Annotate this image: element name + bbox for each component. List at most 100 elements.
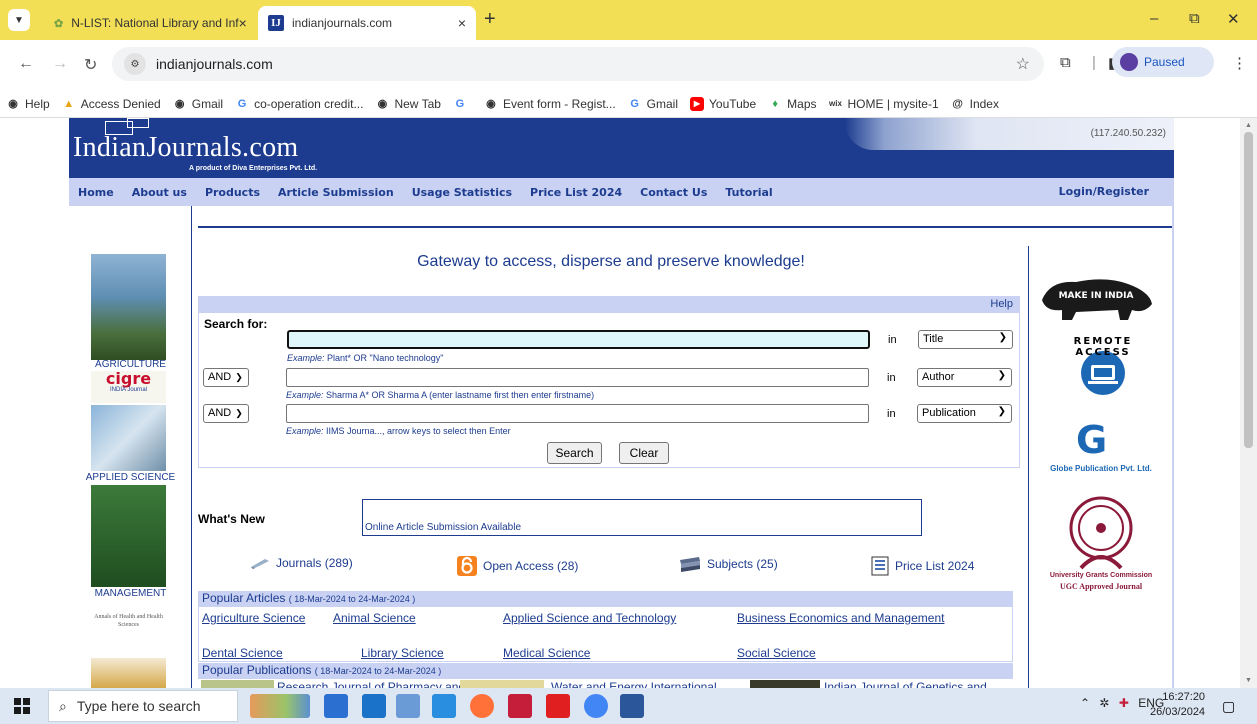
profile-button[interactable]: Paused <box>1112 47 1214 77</box>
publication-link[interactable]: Water and Energy International <box>551 680 717 688</box>
cover-label-applied-science[interactable]: APPLIED SCIENCE <box>69 472 192 483</box>
news-item[interactable]: Online Article Submission Available <box>365 522 521 533</box>
bookmark-gmail[interactable]: ◉ Gmail <box>173 97 223 111</box>
close-icon[interactable]: × <box>458 15 466 31</box>
remote-access-logo[interactable]: REMOTE ACCESS <box>1068 336 1138 406</box>
tab-nlist[interactable]: ✿ N-LIST: National Library and Inf × <box>44 6 254 40</box>
journals-link[interactable]: Journals (289) <box>250 556 353 570</box>
login-register-link[interactable]: Login/Register <box>1059 185 1149 198</box>
shield-icon[interactable]: ✚ <box>1119 696 1129 710</box>
price-list-link[interactable]: Price List 2024 <box>871 556 974 576</box>
publication-thumbnail[interactable] <box>460 680 544 688</box>
cover-management-journal[interactable] <box>91 485 166 587</box>
cover-pharmacy-journal[interactable] <box>91 658 166 688</box>
taskbar-search-input[interactable]: ⌕ Type here to search <box>48 690 238 722</box>
notifications-icon[interactable]: ▢ <box>1222 698 1235 715</box>
field-select-title[interactable]: Title ❯ <box>918 330 1013 349</box>
field-select-author[interactable]: Author ❯ <box>917 368 1012 387</box>
back-icon[interactable]: ← <box>18 55 34 73</box>
publication-thumbnail[interactable] <box>201 680 274 688</box>
article-link[interactable]: Applied Science and Technology <box>503 611 676 625</box>
bookmark-index[interactable]: @ Index <box>951 97 999 111</box>
subjects-link[interactable]: Subjects (25) <box>679 556 778 572</box>
tab-search-button[interactable]: ▼ <box>8 9 30 31</box>
ugc-logo[interactable]: University Grants Commission UGC Approve… <box>1036 490 1166 600</box>
cover-cigre-journal[interactable]: cigre INDIA Journal <box>91 371 166 403</box>
pdf-reader-icon[interactable] <box>546 694 570 718</box>
bookmark-gmail-2[interactable]: G Gmail <box>628 97 678 111</box>
boolean-select-author[interactable]: AND ❯ <box>203 368 249 387</box>
mail-icon[interactable] <box>362 694 386 718</box>
nav-usage-statistics[interactable]: Usage Statistics <box>412 186 512 199</box>
field-select-publication[interactable]: Publication ❯ <box>917 404 1012 423</box>
publication-link[interactable]: Indian Journal of Genetics and <box>824 680 987 688</box>
close-icon[interactable]: × <box>239 15 247 31</box>
article-link[interactable]: Business Economics and Management <box>737 611 944 625</box>
network-icon[interactable]: ✲ <box>1099 696 1109 710</box>
make-in-india-logo[interactable]: MAKE IN INDIA <box>1036 274 1156 322</box>
bookmark-event-form[interactable]: ◉ Event form - Regist... <box>484 97 616 111</box>
nav-about[interactable]: About us <box>132 186 187 199</box>
globe-publication-logo[interactable]: G Globe Publication Pvt. Ltd. <box>1036 420 1166 480</box>
extensions-icon[interactable]: ⧉ <box>1060 54 1071 71</box>
article-link[interactable]: Social Science <box>737 646 816 660</box>
publication-thumbnail[interactable] <box>750 680 820 688</box>
help-link[interactable]: Help <box>990 298 1013 310</box>
scrollbar-thumb[interactable] <box>1244 132 1253 448</box>
publication-link[interactable]: Research Journal of Pharmacy and <box>277 680 465 688</box>
nav-contact[interactable]: Contact Us <box>640 186 707 199</box>
bookmark-new-tab[interactable]: ◉ New Tab <box>375 97 441 111</box>
cover-agriculture-journal[interactable] <box>91 254 166 360</box>
restore-button[interactable]: ⧉ <box>1189 10 1200 27</box>
task-view-icon[interactable] <box>324 694 348 718</box>
cover-label-management[interactable]: MANAGEMENT <box>69 588 192 599</box>
scroll-down-icon[interactable]: ▼ <box>1245 677 1252 684</box>
article-link[interactable]: Animal Science <box>333 611 416 625</box>
windows-start-icon[interactable] <box>14 698 30 717</box>
taskbar-clock[interactable]: 16:27:20 26/03/2024 <box>1150 690 1205 720</box>
author-search-input[interactable] <box>286 368 869 387</box>
menu-icon[interactable]: ⋮ <box>1232 54 1247 72</box>
search-button[interactable]: Search <box>547 442 602 464</box>
chevron-up-icon[interactable]: ⌃ <box>1080 696 1090 710</box>
nav-home[interactable]: Home <box>78 186 114 199</box>
bookmark-star-icon[interactable]: ☆ <box>1016 54 1030 74</box>
cover-applied-science-journal[interactable] <box>91 405 166 471</box>
bookmark-cooperation[interactable]: Gco-operation credit... <box>235 97 364 111</box>
article-link[interactable]: Agriculture Science <box>202 611 305 625</box>
bookmark-mysite[interactable]: wix HOME | mysite-1 <box>829 97 939 111</box>
nav-products[interactable]: Products <box>205 186 260 199</box>
nav-article-submission[interactable]: Article Submission <box>278 186 394 199</box>
store-icon[interactable] <box>396 694 420 718</box>
open-access-link[interactable]: Open Access (28) <box>457 556 578 576</box>
address-bar[interactable]: ⚙ indianjournals.com ☆ <box>112 47 1044 81</box>
minimize-button[interactable]: – <box>1150 10 1158 27</box>
firefox-icon[interactable] <box>470 694 494 718</box>
bookmark-access-denied[interactable]: ▲ Access Denied <box>62 97 161 111</box>
site-logo[interactable]: IndianJournals.com <box>73 132 298 164</box>
tab-indianjournals[interactable]: IJ indianjournals.com × <box>258 6 476 40</box>
publication-search-input[interactable] <box>286 404 869 423</box>
nav-price-list[interactable]: Price List 2024 <box>530 186 622 199</box>
close-window-button[interactable]: ✕ <box>1227 10 1240 28</box>
title-search-input[interactable] <box>287 330 870 349</box>
article-link[interactable]: Dental Science <box>202 646 283 660</box>
bookmark-maps[interactable]: ♦ Maps <box>768 97 816 111</box>
word-icon[interactable] <box>620 694 644 718</box>
bookmark-youtube[interactable]: ▶ YouTube <box>690 96 756 111</box>
forward-icon[interactable]: → <box>52 55 68 73</box>
boolean-select-publication[interactable]: AND ❯ <box>203 404 249 423</box>
reload-icon[interactable]: ↻ <box>84 55 97 75</box>
news-widget-icon[interactable] <box>250 694 310 718</box>
site-info-icon[interactable]: ⚙ <box>124 53 146 75</box>
file-explorer-icon[interactable] <box>432 694 456 718</box>
chrome-icon[interactable] <box>584 694 608 718</box>
nav-tutorial[interactable]: Tutorial <box>725 186 772 199</box>
page-scrollbar[interactable]: ▲ ▼ <box>1240 118 1257 688</box>
article-link[interactable]: Library Science <box>361 646 444 660</box>
bookmark-google[interactable]: G <box>453 97 472 111</box>
clear-button[interactable]: Clear <box>619 442 669 464</box>
bookmark-help[interactable]: ◉ Help <box>6 97 50 111</box>
shield-icon[interactable] <box>508 694 532 718</box>
new-tab-button[interactable]: + <box>484 8 496 31</box>
